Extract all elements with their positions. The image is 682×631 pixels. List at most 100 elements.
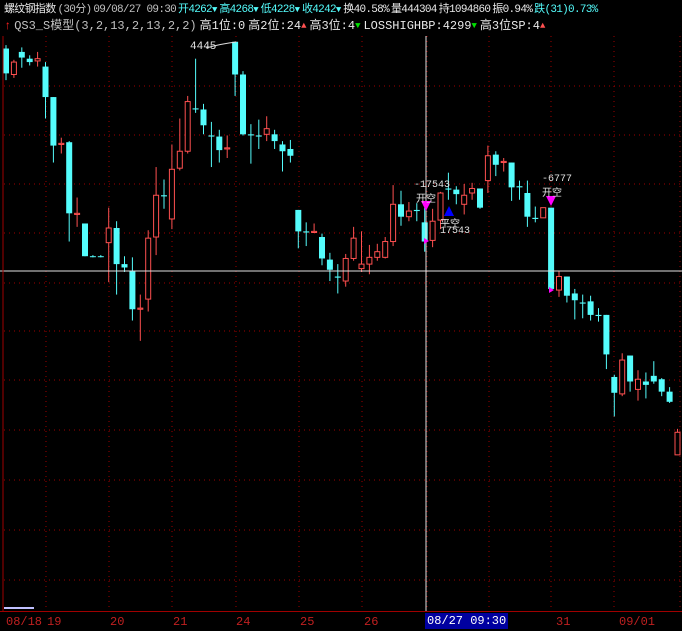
candle [232,41,239,96]
x-tick-label: 19 [47,615,62,629]
candle-body [216,136,223,151]
candle-body [350,237,357,259]
candle-body [524,193,531,217]
candle [532,206,539,223]
candle [358,231,365,273]
candle [42,62,49,119]
candle-body [255,135,262,137]
x-tick-label: 25 [300,615,315,629]
down-triangle-icon: ▼ [211,5,218,15]
open-interest: 持1094860 [438,4,491,16]
candle-body [508,162,515,188]
candle-body [674,431,681,456]
candle-body [66,142,73,214]
candle-body [642,381,649,385]
price-chart[interactable] [0,0,682,611]
high-value: 高4268 [219,4,254,16]
indicator-name[interactable]: QS3_S模型(3,2,13,2,13,2,2) [14,18,196,34]
x-tick-label: 20 [110,615,125,629]
candle [311,223,318,234]
candle-body [548,207,555,289]
candle [453,186,460,205]
candle-body [279,144,286,152]
candle [548,207,555,292]
candle-body [556,276,562,291]
candle-body [563,276,570,296]
candle [303,222,310,247]
candle-body [429,220,436,241]
candle-body [295,209,302,232]
candle-body [97,256,104,258]
candle [263,116,270,142]
candle [58,137,65,154]
indicator-value-1: 高1位:0 [199,19,246,33]
candle [611,374,618,417]
candle-body [247,134,254,136]
up-triangle-icon: ▲ [539,21,546,31]
candle-body [635,378,641,390]
candle [216,129,223,163]
candles [3,41,681,456]
candle [326,252,333,282]
quote-header: 螺纹钢指数 (30分) 09/08/27 09:30 开4262 ▼ 高4268 ▼ 低422… [4,2,598,18]
candle [334,264,341,294]
indicator-value-3: 高3位:4 [309,19,356,33]
candle [484,145,491,194]
candle-body [326,259,333,270]
candle [405,202,412,222]
instrument-name: 螺纹钢指数 [4,4,56,16]
close-value: 收4242 [301,4,337,16]
candle [279,141,286,172]
indicator-header: ↑ QS3_S模型(3,2,13,2,13,2,2) 高1位:0 高2位:24 ▲ 高3位… [4,18,545,34]
candle [421,207,428,252]
candle [603,314,610,370]
candle [595,308,602,322]
candle [66,141,73,242]
candle [516,180,523,200]
candle-body [382,241,389,258]
candle [113,221,120,295]
candle-body [145,237,152,300]
candle-body [121,264,128,268]
candle [319,233,325,266]
candle [224,135,231,159]
candle-body [303,231,310,233]
candle [287,139,294,163]
candle-body [311,230,318,234]
candle-body [240,74,246,135]
candle-body [374,251,381,258]
candle [121,256,128,273]
candle-body [3,48,9,74]
candle-body [461,194,468,205]
time-axis: 08/18 19 20 21 24 25 26 8 31 09/01 08/27… [0,611,682,631]
candle-body [42,66,49,98]
candle [34,51,41,67]
candle-body [89,256,96,258]
candle-body [492,154,499,165]
candle-body [658,379,665,392]
candle [247,124,254,164]
down-triangle-icon: ▼ [253,5,259,15]
candle [556,270,562,297]
candle-body [137,307,144,310]
candle-body [176,150,183,169]
period: (30分) [57,4,93,16]
candle-body [627,355,634,382]
x-tick-label: 21 [173,615,188,629]
candle [129,257,136,321]
turnover: 换40.58% [343,4,389,16]
chart-window: 螺纹钢指数 (30分) 09/08/27 09:30 开4262 ▼ 高4268 ▼ 低422… [0,0,682,631]
candle-body [263,128,270,135]
scroll-indicator[interactable] [4,607,34,609]
candle-body [619,359,626,395]
datetime: 09/08/27 09:30 [93,4,177,16]
candle-body [18,51,25,58]
candle-body [232,41,239,75]
candle [674,428,681,456]
candle-body [587,301,594,315]
amplitude: 振0.94% [492,4,533,16]
candle-body [516,186,523,188]
candle [184,95,191,154]
candle-body [666,391,673,402]
candle [74,197,81,227]
